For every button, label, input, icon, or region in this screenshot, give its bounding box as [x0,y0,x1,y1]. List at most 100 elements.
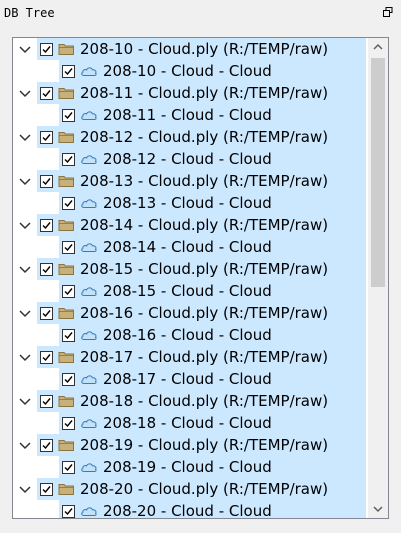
tree-item-cloud[interactable]: 208-17 - Cloud - Cloud [59,368,366,390]
cloud-icon [80,373,98,385]
cloud-icon [80,461,98,473]
tree-item-file[interactable]: 208-15 - Cloud.ply (R:/TEMP/raw) [37,258,366,280]
cloud-label: 208-20 - Cloud - Cloud [103,502,272,518]
file-label: 208-13 - Cloud.ply (R:/TEMP/raw) [80,172,329,190]
item-checkbox[interactable] [62,196,75,210]
cloud-label: 208-18 - Cloud - Cloud [103,414,272,432]
folder-icon [58,130,75,144]
tree-item-cloud[interactable]: 208-20 - Cloud - Cloud [59,500,366,518]
item-checkbox[interactable] [40,482,53,496]
chevron-down-icon[interactable] [18,262,32,276]
item-checkbox[interactable] [40,438,53,452]
panel-title: DB Tree [4,6,55,20]
cloud-label: 208-10 - Cloud - Cloud [103,62,272,80]
cloud-icon [80,241,98,253]
tree-item-file[interactable]: 208-12 - Cloud.ply (R:/TEMP/raw) [37,126,366,148]
db-tree[interactable]: 208-10 - Cloud.ply (R:/TEMP/raw) 208-10 -… [13,38,366,518]
item-checkbox[interactable] [62,416,75,430]
tree-item-file[interactable]: 208-13 - Cloud.ply (R:/TEMP/raw) [37,170,366,192]
item-checkbox[interactable] [40,174,53,188]
cloud-icon [80,65,98,77]
cloud-label: 208-12 - Cloud - Cloud [103,150,272,168]
folder-icon [58,394,75,408]
tree-item-file[interactable]: 208-17 - Cloud.ply (R:/TEMP/raw) [37,346,366,368]
item-checkbox[interactable] [62,64,75,78]
chevron-down-icon[interactable] [18,174,32,188]
tree-item-cloud[interactable]: 208-19 - Cloud - Cloud [59,456,366,478]
tree-item-cloud[interactable]: 208-16 - Cloud - Cloud [59,324,366,346]
chevron-down-icon[interactable] [18,306,32,320]
folder-icon [58,482,75,496]
item-checkbox[interactable] [62,108,75,122]
tree-item-file[interactable]: 208-10 - Cloud.ply (R:/TEMP/raw) [37,38,366,60]
item-checkbox[interactable] [40,218,53,232]
chevron-down-icon[interactable] [18,42,32,56]
item-checkbox[interactable] [62,372,75,386]
cloud-label: 208-16 - Cloud - Cloud [103,326,272,344]
cloud-icon [80,109,98,121]
item-checkbox[interactable] [62,152,75,166]
item-checkbox[interactable] [40,350,53,364]
file-label: 208-17 - Cloud.ply (R:/TEMP/raw) [80,348,329,366]
tree-item-file[interactable]: 208-19 - Cloud.ply (R:/TEMP/raw) [37,434,366,456]
tree-item-cloud[interactable]: 208-12 - Cloud - Cloud [59,148,366,170]
scrollbar-thumb[interactable] [371,58,385,287]
dock-title-bar: DB Tree [0,0,401,26]
chevron-down-icon[interactable] [18,86,32,100]
folder-icon [58,174,75,188]
chevron-down-icon[interactable] [18,394,32,408]
item-checkbox[interactable] [40,262,53,276]
cloud-icon [80,505,98,517]
tree-item-cloud[interactable]: 208-15 - Cloud - Cloud [59,280,366,302]
file-label: 208-11 - Cloud.ply (R:/TEMP/raw) [80,84,329,102]
scroll-down-button[interactable] [368,500,388,518]
folder-icon [58,262,75,276]
item-checkbox[interactable] [62,328,75,342]
item-checkbox[interactable] [40,130,53,144]
float-window-icon[interactable] [383,7,393,17]
item-checkbox[interactable] [62,284,75,298]
scroll-up-button[interactable] [368,38,388,56]
vertical-scrollbar[interactable] [368,38,388,518]
cloud-label: 208-11 - Cloud - Cloud [103,106,272,124]
tree-item-cloud[interactable]: 208-11 - Cloud - Cloud [59,104,366,126]
tree-item-file[interactable]: 208-11 - Cloud.ply (R:/TEMP/raw) [37,82,366,104]
folder-icon [58,438,75,452]
chevron-down-icon[interactable] [18,438,32,452]
tree-item-file[interactable]: 208-14 - Cloud.ply (R:/TEMP/raw) [37,214,366,236]
cloud-label: 208-15 - Cloud - Cloud [103,282,272,300]
cloud-label: 208-13 - Cloud - Cloud [103,194,272,212]
tree-item-cloud[interactable]: 208-13 - Cloud - Cloud [59,192,366,214]
file-label: 208-10 - Cloud.ply (R:/TEMP/raw) [80,40,329,58]
item-checkbox[interactable] [62,504,75,518]
tree-item-cloud[interactable]: 208-18 - Cloud - Cloud [59,412,366,434]
tree-item-file[interactable]: 208-20 - Cloud.ply (R:/TEMP/raw) [37,478,366,500]
chevron-down-icon[interactable] [18,218,32,232]
item-checkbox[interactable] [40,394,53,408]
chevron-down-icon[interactable] [18,130,32,144]
cloud-label: 208-17 - Cloud - Cloud [103,370,272,388]
chevron-up-icon [373,43,383,50]
file-label: 208-18 - Cloud.ply (R:/TEMP/raw) [80,392,329,410]
tree-item-file[interactable]: 208-16 - Cloud.ply (R:/TEMP/raw) [37,302,366,324]
tree-item-file[interactable]: 208-18 - Cloud.ply (R:/TEMP/raw) [37,390,366,412]
item-checkbox[interactable] [40,42,53,56]
file-label: 208-14 - Cloud.ply (R:/TEMP/raw) [80,216,329,234]
file-label: 208-12 - Cloud.ply (R:/TEMP/raw) [80,128,329,146]
tree-item-cloud[interactable]: 208-14 - Cloud - Cloud [59,236,366,258]
item-checkbox[interactable] [62,240,75,254]
folder-icon [58,218,75,232]
file-label: 208-16 - Cloud.ply (R:/TEMP/raw) [80,304,329,322]
tree-item-cloud[interactable]: 208-10 - Cloud - Cloud [59,60,366,82]
item-checkbox[interactable] [40,306,53,320]
folder-icon [58,42,75,56]
cloud-icon [80,197,98,209]
cloud-icon [80,329,98,341]
chevron-down-icon[interactable] [18,482,32,496]
item-checkbox[interactable] [40,86,53,100]
folder-icon [58,86,75,100]
file-label: 208-19 - Cloud.ply (R:/TEMP/raw) [80,436,329,454]
item-checkbox[interactable] [62,460,75,474]
chevron-down-icon[interactable] [18,350,32,364]
file-label: 208-20 - Cloud.ply (R:/TEMP/raw) [80,480,329,498]
